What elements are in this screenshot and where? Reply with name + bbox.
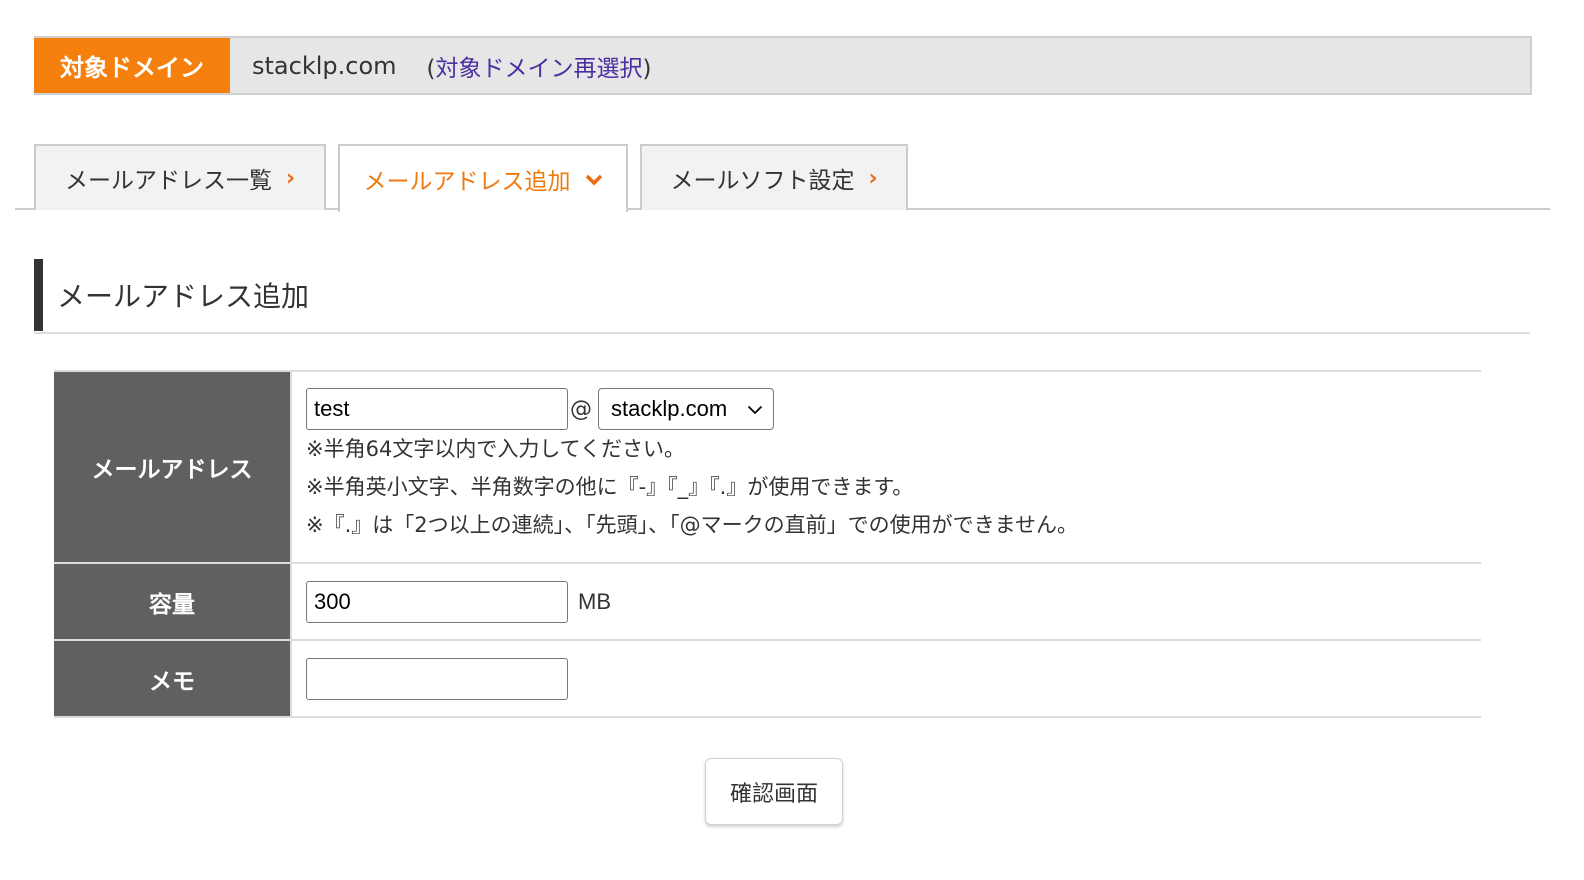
chevron-down-icon: [585, 167, 603, 192]
current-domain: stacklp.com: [252, 51, 397, 80]
form-row-capacity: 容量 MB: [54, 564, 1481, 641]
heading-accent-bar: [34, 259, 43, 331]
capacity-input[interactable]: [306, 580, 568, 623]
tab-label: メールアドレス追加: [363, 169, 571, 195]
form-row-memo: メモ: [54, 641, 1481, 718]
chevron-right-icon: ›: [285, 165, 296, 191]
tab-mail-address-add[interactable]: メールアドレス追加: [338, 144, 628, 212]
confirm-button[interactable]: 確認画面: [705, 758, 843, 825]
memo-cell: [292, 641, 1481, 716]
capacity-unit: MB: [578, 588, 611, 614]
email-domain-select[interactable]: stacklp.com: [598, 388, 774, 430]
target-domain-label: 対象ドメイン: [34, 38, 230, 93]
email-note: ※半角英小文字、半角数字の他に『-』『_』『.』が使用できます。: [306, 475, 914, 499]
memo-input[interactable]: [306, 657, 568, 700]
capacity-label: 容量: [54, 564, 292, 639]
domain-reselect-link[interactable]: 対象ドメイン再選択: [436, 56, 643, 82]
section-heading: メールアドレス追加: [34, 258, 1530, 334]
form-row-email: メールアドレス @ stacklp.com ※半角64文字以内で入力してください…: [54, 372, 1481, 564]
form-table: メールアドレス @ stacklp.com ※半角64文字以内で入力してください…: [54, 370, 1481, 718]
memo-label: メモ: [54, 641, 292, 716]
tab-mail-software-settings[interactable]: メールソフト設定 ›: [640, 144, 908, 210]
capacity-cell: MB: [292, 564, 1481, 639]
chevron-down-icon: [747, 399, 763, 420]
tab-mail-address-list[interactable]: メールアドレス一覧 ›: [34, 144, 326, 210]
tab-label: メールアドレス一覧: [64, 168, 272, 194]
email-note: ※半角64文字以内で入力してください。: [306, 437, 686, 461]
tab-label: メールソフト設定: [670, 168, 855, 194]
page-title: メールアドレス追加: [57, 280, 310, 313]
target-domain-bar: 対象ドメイン stacklp.com (対象ドメイン再選択): [34, 36, 1532, 95]
email-domain-selected: stacklp.com: [611, 396, 728, 421]
email-note: ※『.』は「2つ以上の連続」、「先頭」、「@マークの直前」での使用ができません。: [306, 513, 1078, 537]
email-label: メールアドレス: [54, 372, 292, 562]
at-sign: @: [570, 396, 592, 422]
email-cell: @ stacklp.com ※半角64文字以内で入力してください。 ※半角英小文…: [292, 372, 1481, 562]
domain-reselect: (対象ドメイン再選択): [426, 55, 652, 82]
chevron-right-icon: ›: [868, 165, 878, 191]
email-local-input[interactable]: [306, 388, 568, 430]
